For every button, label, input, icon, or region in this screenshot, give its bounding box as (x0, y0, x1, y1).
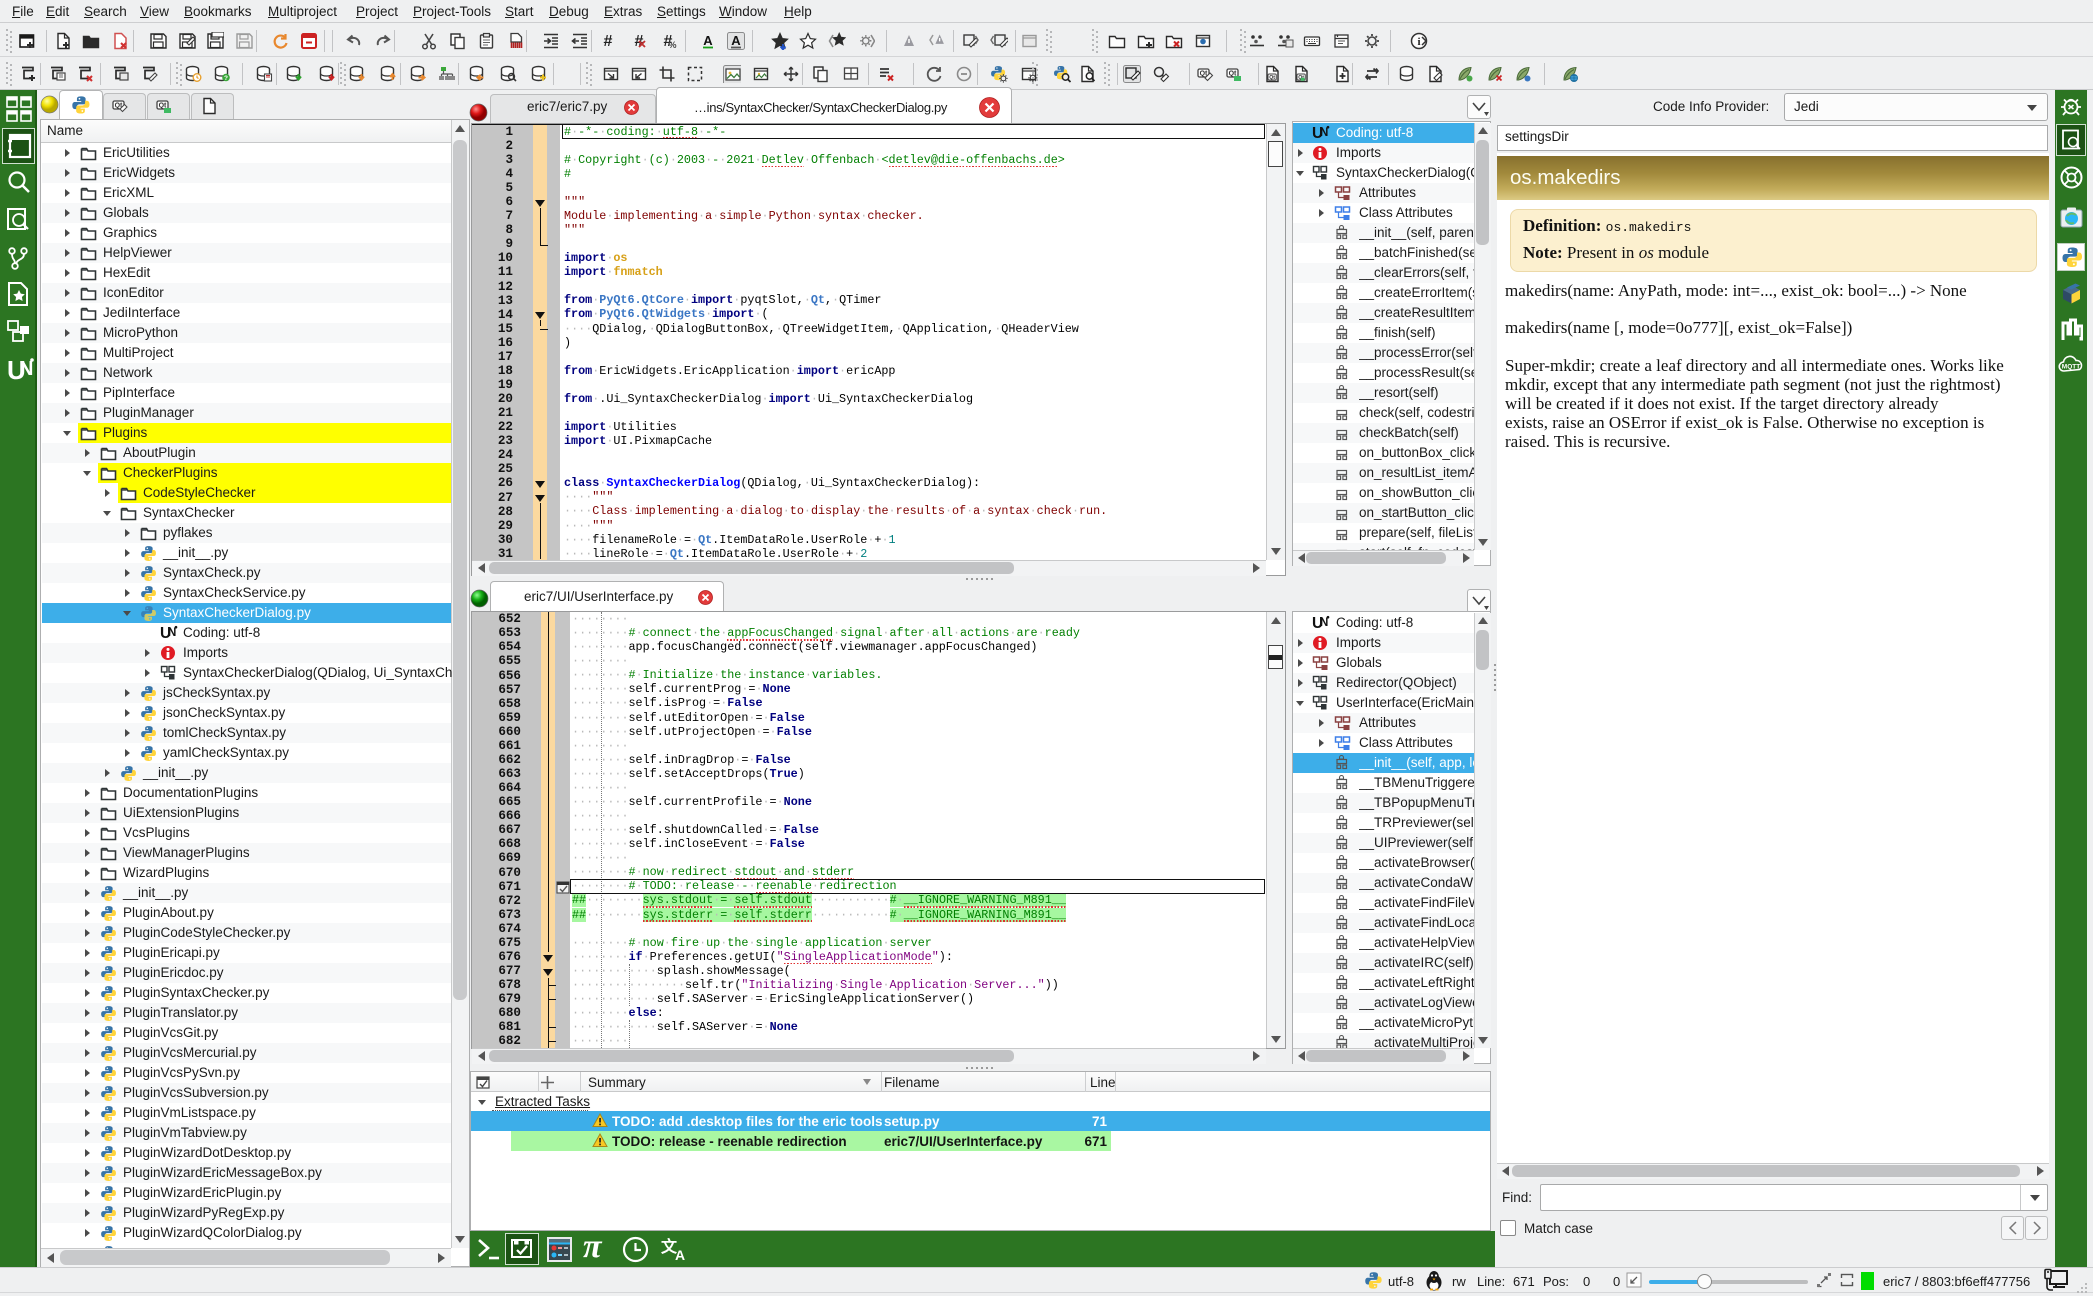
svg-text:N: N (168, 627, 176, 639)
svg-text:N: N (1320, 127, 1328, 139)
svg-text:#: # (604, 33, 613, 50)
svg-text:%: % (668, 40, 676, 50)
svg-text:i: i (1417, 36, 1420, 48)
svg-text:A: A (703, 33, 713, 48)
svg-text:N: N (1320, 617, 1328, 629)
svg-text:?: ? (224, 75, 228, 82)
svg-text:A: A (731, 33, 741, 48)
svg-text:Qt: Qt (1269, 75, 1275, 81)
svg-text:MQTT: MQTT (2062, 364, 2080, 371)
svg-text:A: A (675, 1247, 685, 1263)
